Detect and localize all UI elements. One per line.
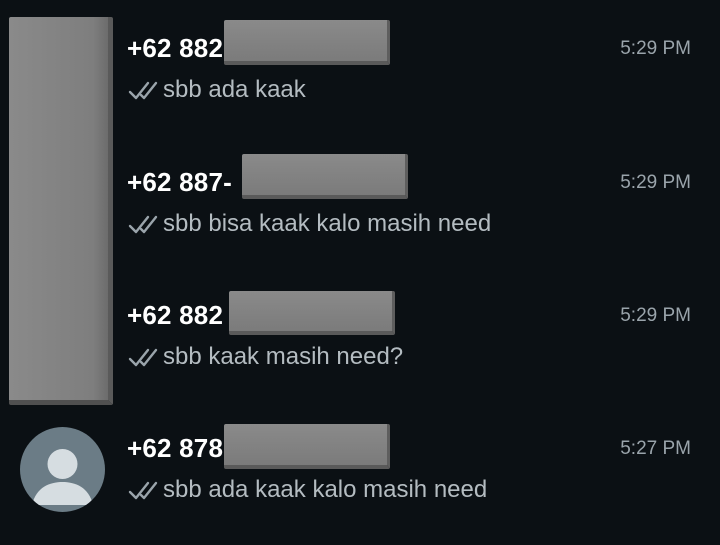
redaction-block [229, 291, 395, 335]
redaction-block [224, 424, 390, 469]
message-preview: sbb bisa kaak kalo masih need [128, 210, 491, 238]
default-profile-icon [32, 449, 93, 505]
preview-text: sbb ada kaak [163, 76, 306, 103]
avatar[interactable] [20, 427, 105, 512]
message-time: 5:29 PM [620, 38, 691, 59]
chat-list: +62 882 5:29 PM sbb ada kaak +62 887- 5:… [0, 0, 720, 545]
double-check-icon [128, 81, 158, 100]
contact-name: +62 878 [127, 433, 224, 463]
preview-text: sbb bisa kaak kalo masih need [163, 210, 492, 237]
contact-name: +62 882 [127, 300, 224, 330]
contact-name: +62 887- [127, 167, 232, 197]
avatar-redaction-block [9, 17, 113, 405]
preview-text: sbb kaak masih need? [163, 343, 404, 370]
message-preview: sbb ada kaak kalo masih need [128, 476, 487, 504]
chat-list-item[interactable]: +62 878 5:27 PM sbb ada kaak kalo masih … [0, 400, 720, 532]
redaction-block [242, 154, 408, 199]
preview-text: sbb ada kaak kalo masih need [163, 476, 488, 503]
message-preview: sbb kaak masih need? [128, 343, 403, 371]
message-time: 5:29 PM [620, 305, 691, 326]
contact-name: +62 882 [127, 33, 224, 63]
double-check-icon [128, 348, 158, 367]
double-check-icon [128, 215, 158, 234]
message-time: 5:27 PM [620, 438, 691, 459]
redaction-block [224, 20, 390, 65]
message-time: 5:29 PM [620, 172, 691, 193]
double-check-icon [128, 481, 158, 500]
message-preview: sbb ada kaak [128, 76, 306, 104]
